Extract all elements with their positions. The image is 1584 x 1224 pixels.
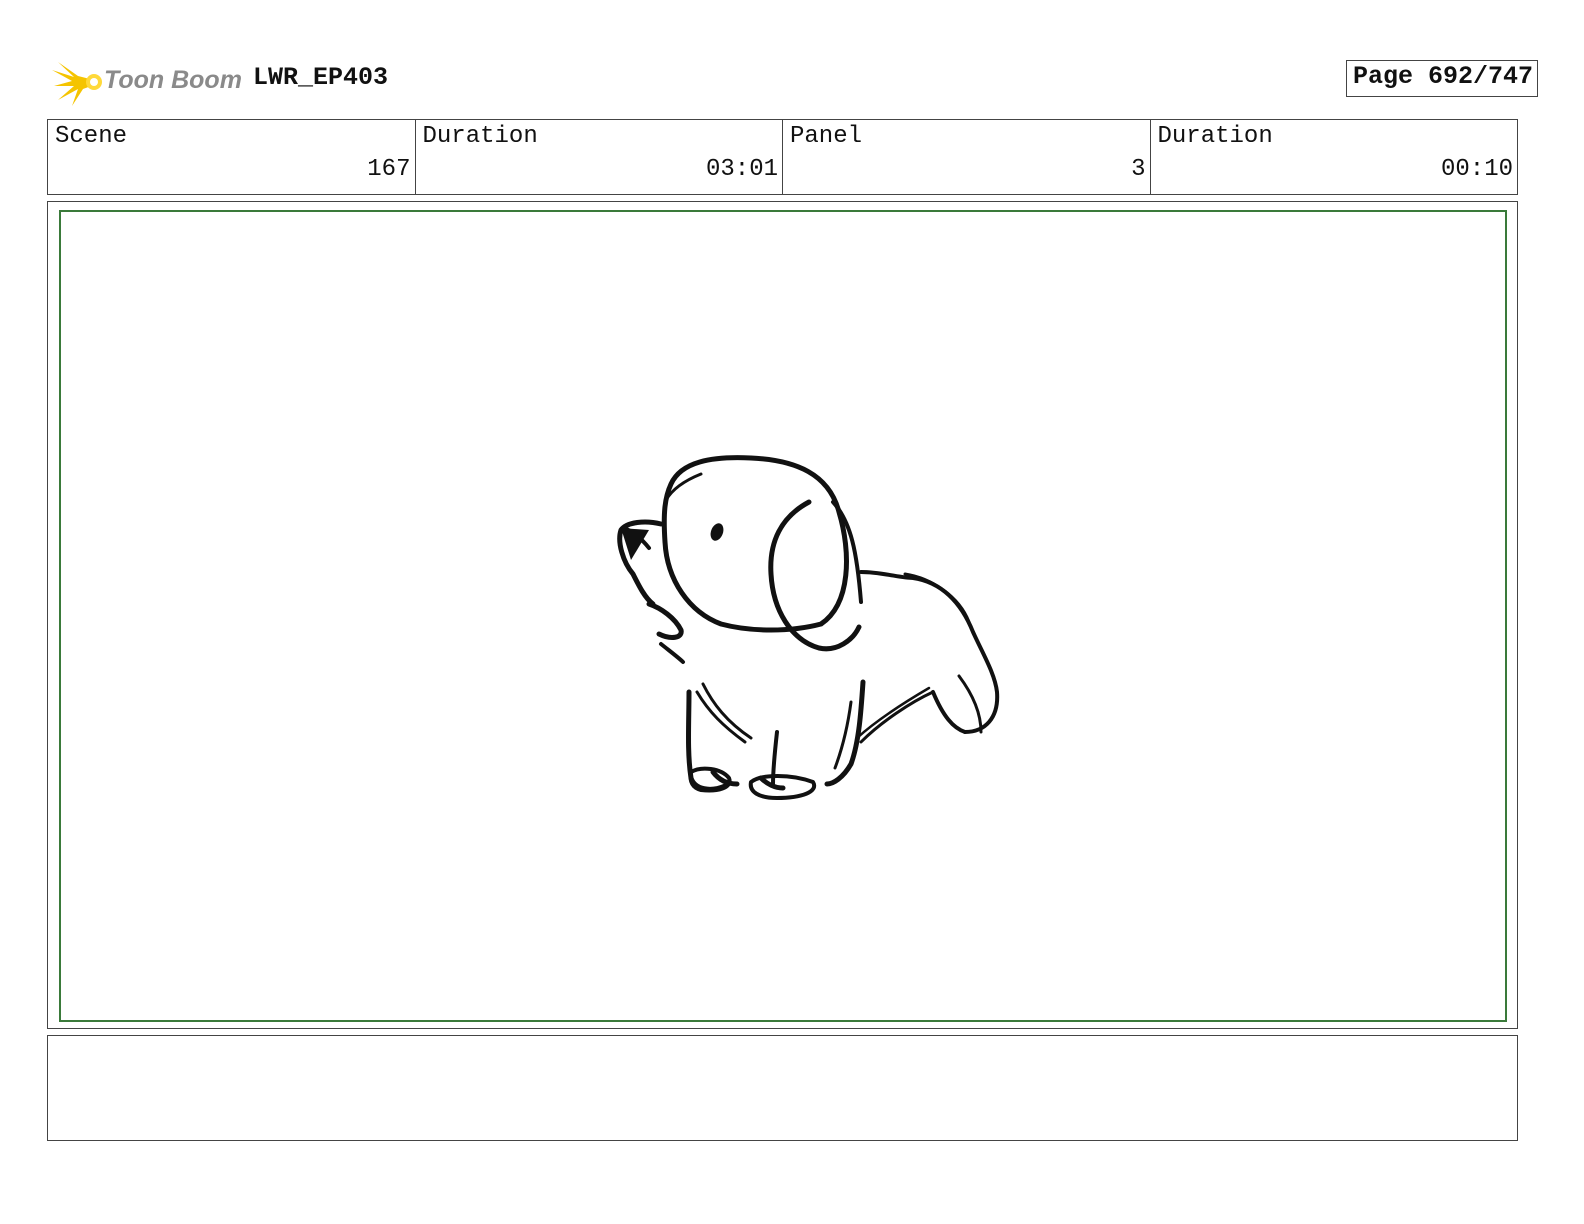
scene-duration-cell: Duration 03:01 — [416, 120, 783, 194]
scene-cell: Scene 167 — [48, 120, 416, 194]
scene-duration-value: 03:01 — [705, 156, 778, 183]
star-burst-icon — [52, 62, 102, 106]
scene-duration-label: Duration — [422, 123, 538, 150]
panel-frame — [47, 201, 1518, 1029]
panel-duration-label: Duration — [1157, 123, 1273, 150]
panel-safe-area — [59, 210, 1507, 1022]
puppy-sketch-drawing — [617, 455, 1000, 800]
scene-label: Scene — [55, 123, 128, 150]
toon-boom-logo: Toon Boom — [50, 56, 242, 108]
panel-label: Panel — [790, 123, 863, 150]
project-title: LWR_EP403 — [253, 63, 389, 92]
scene-info-row: Scene 167 Duration 03:01 Panel 3 Duratio… — [47, 119, 1518, 195]
page-counter: Page 692/747 — [1345, 60, 1538, 97]
panel-value: 3 — [1131, 156, 1146, 183]
logo-text: Toon Boom — [104, 66, 242, 94]
scene-value: 167 — [367, 156, 411, 183]
panel-cell: Panel 3 — [783, 120, 1151, 194]
panel-duration-value: 00:10 — [1440, 156, 1513, 183]
notes-box — [47, 1035, 1518, 1141]
storyboard-header: Toon Boom LWR_EP403 Page 692/747 — [48, 54, 1538, 110]
panel-duration-cell: Duration 00:10 — [1151, 120, 1518, 194]
